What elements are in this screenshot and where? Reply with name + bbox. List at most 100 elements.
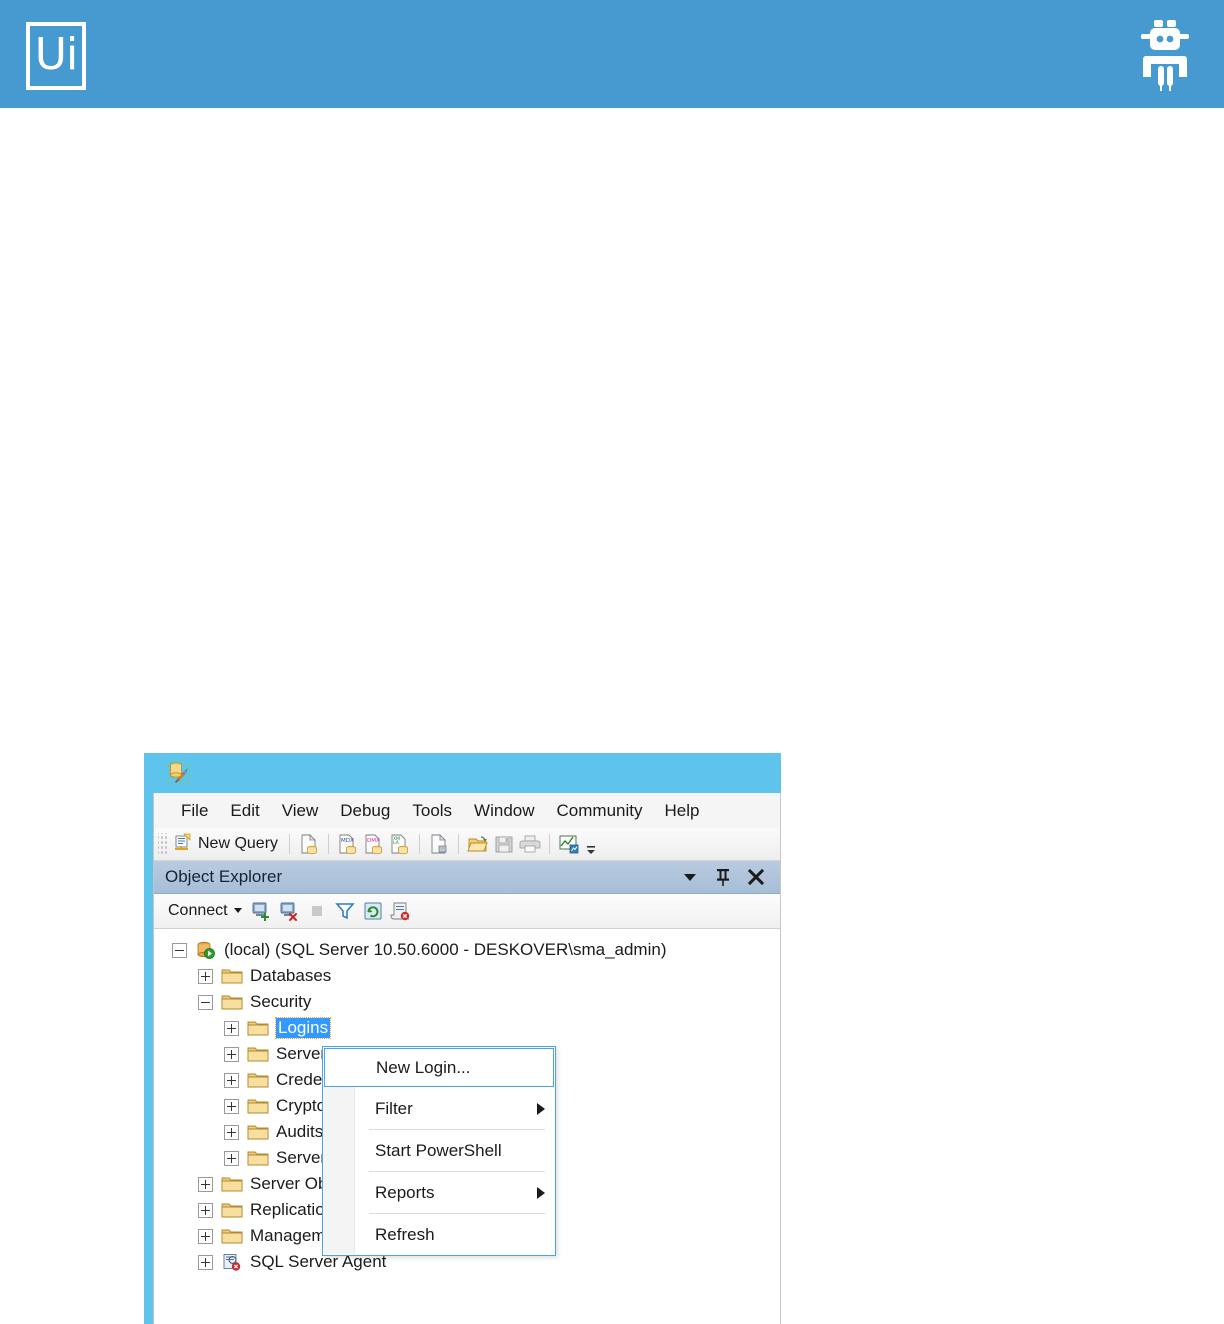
tree-expander-expand-icon[interactable] <box>198 968 213 984</box>
context-menu-refresh[interactable]: Refresh <box>323 1214 555 1255</box>
context-menu-refresh-label: Refresh <box>375 1224 435 1244</box>
tree-expander-expand-icon[interactable] <box>224 1150 239 1166</box>
menu-debug[interactable]: Debug <box>329 799 401 823</box>
connect-object-explorer-icon[interactable] <box>247 898 275 924</box>
window-left-accent-strip <box>144 753 153 1324</box>
connect-label: Connect <box>168 902 228 919</box>
object-explorer-header: Object Explorer <box>154 861 780 894</box>
uipath-logo: Ui <box>26 22 86 90</box>
submenu-arrow-icon <box>537 1102 545 1115</box>
object-explorer-toolbar: Connect <box>154 894 780 929</box>
folder-icon <box>221 993 243 1011</box>
folder-icon <box>247 1045 269 1063</box>
toolbar-separator <box>419 834 421 854</box>
folder-icon <box>221 1175 243 1193</box>
menu-window[interactable]: Window <box>463 799 545 823</box>
open-file-icon[interactable] <box>465 831 491 857</box>
window-titlebar[interactable] <box>153 753 781 793</box>
tree-node-security[interactable]: Security <box>154 989 780 1015</box>
folder-icon <box>247 1071 269 1089</box>
standard-toolbar: New Query MDX DMX XM LA <box>154 828 780 861</box>
menu-bar: File Edit View Debug Tools Window Commun… <box>154 793 780 828</box>
context-menu-reports[interactable]: Reports <box>323 1172 555 1213</box>
brand-header-band: Ui <box>0 0 1224 108</box>
tree-node-server-label: (local) (SQL Server 10.50.6000 - DESKOVE… <box>224 940 667 959</box>
tree-node-logins[interactable]: Logins <box>154 1015 780 1041</box>
context-menu-new-login[interactable]: New Login... <box>324 1048 554 1087</box>
folder-icon <box>221 1227 243 1245</box>
tree-expander-collapse-icon[interactable] <box>172 942 187 958</box>
new-query-icon <box>173 832 193 857</box>
tree-expander-expand-icon[interactable] <box>198 1202 213 1218</box>
toolbar-separator <box>328 834 330 854</box>
new-query-label: New Query <box>198 835 279 852</box>
analysis-services-query-icon[interactable] <box>426 831 452 857</box>
database-engine-query-icon[interactable] <box>296 831 322 857</box>
menu-view[interactable]: View <box>271 799 330 823</box>
toolbar-overflow-chevron-icon[interactable] <box>584 831 598 857</box>
toolbar-grip-handle[interactable] <box>158 833 167 855</box>
object-explorer-header-buttons <box>679 866 767 888</box>
tree-node-server[interactable]: (local) (SQL Server 10.50.6000 - DESKOVE… <box>154 937 780 963</box>
folder-icon <box>221 967 243 985</box>
tree-expander-expand-icon[interactable] <box>224 1046 239 1062</box>
context-menu-new-login-label: New Login... <box>376 1057 471 1077</box>
context-menu-start-powershell-label: Start PowerShell <box>375 1140 502 1160</box>
server-connected-icon <box>195 941 217 959</box>
refresh-icon[interactable] <box>359 898 387 924</box>
disconnect-object-explorer-icon[interactable] <box>275 898 303 924</box>
tree-node-logins-label: Logins <box>274 1017 332 1039</box>
toolbar-separator <box>549 834 551 854</box>
script-icon[interactable] <box>387 898 415 924</box>
tree-expander-expand-icon[interactable] <box>198 1228 213 1244</box>
ssms-database-tools-icon <box>167 761 191 785</box>
tree-expander-expand-icon[interactable] <box>198 1254 213 1270</box>
context-menu-start-powershell[interactable]: Start PowerShell <box>323 1130 555 1171</box>
tree-expander-expand-icon[interactable] <box>224 1072 239 1088</box>
window-position-dropdown-icon[interactable] <box>679 866 701 888</box>
sql-agent-stopped-icon <box>221 1253 243 1271</box>
robot-icon <box>1134 18 1196 92</box>
svg-text:LA: LA <box>393 840 400 846</box>
folder-icon <box>247 1123 269 1141</box>
tree-expander-expand-icon[interactable] <box>224 1098 239 1114</box>
xmla-query-icon[interactable]: XM LA <box>387 831 413 857</box>
connect-dropdown-chevron-icon[interactable] <box>233 902 243 920</box>
svg-text:MDX: MDX <box>341 838 354 844</box>
activity-monitor-icon[interactable] <box>556 831 582 857</box>
menu-community[interactable]: Community <box>546 799 654 823</box>
context-menu-reports-label: Reports <box>375 1182 435 1202</box>
submenu-arrow-icon <box>537 1186 545 1199</box>
connect-button[interactable]: Connect <box>164 900 247 922</box>
close-icon[interactable] <box>745 866 767 888</box>
tree-node-security-label: Security <box>250 992 312 1011</box>
uipath-logo-text: Ui <box>34 28 78 80</box>
toolbar-separator <box>289 834 291 854</box>
filter-icon[interactable] <box>331 898 359 924</box>
folder-icon <box>247 1149 269 1167</box>
context-menu-filter-label: Filter <box>375 1098 413 1118</box>
object-explorer-title: Object Explorer <box>165 867 283 886</box>
svg-text:DMX: DMX <box>367 838 380 844</box>
context-menu-filter[interactable]: Filter <box>323 1088 555 1129</box>
tree-node-databases[interactable]: Databases <box>154 963 780 989</box>
mdx-query-icon[interactable]: MDX <box>335 831 361 857</box>
tree-expander-expand-icon[interactable] <box>224 1124 239 1140</box>
dmx-query-icon[interactable]: DMX <box>361 831 387 857</box>
tree-expander-collapse-icon[interactable] <box>198 994 213 1010</box>
tree-expander-expand-icon[interactable] <box>224 1020 239 1036</box>
tree-node-databases-label: Databases <box>250 966 332 985</box>
save-icon <box>491 831 517 857</box>
tree-expander-expand-icon[interactable] <box>198 1176 213 1192</box>
print-icon <box>517 831 543 857</box>
tree-node-audits-label: Audits <box>276 1122 324 1141</box>
menu-edit[interactable]: Edit <box>219 799 270 823</box>
auto-hide-pin-icon[interactable] <box>712 866 734 888</box>
menu-file[interactable]: File <box>170 799 219 823</box>
new-query-button[interactable]: New Query <box>168 831 283 858</box>
folder-icon <box>247 1097 269 1115</box>
menu-help[interactable]: Help <box>653 799 710 823</box>
menu-tools[interactable]: Tools <box>401 799 463 823</box>
logins-context-menu: New Login... Filter Start PowerShell Rep… <box>322 1046 556 1256</box>
stop-icon <box>303 898 331 924</box>
